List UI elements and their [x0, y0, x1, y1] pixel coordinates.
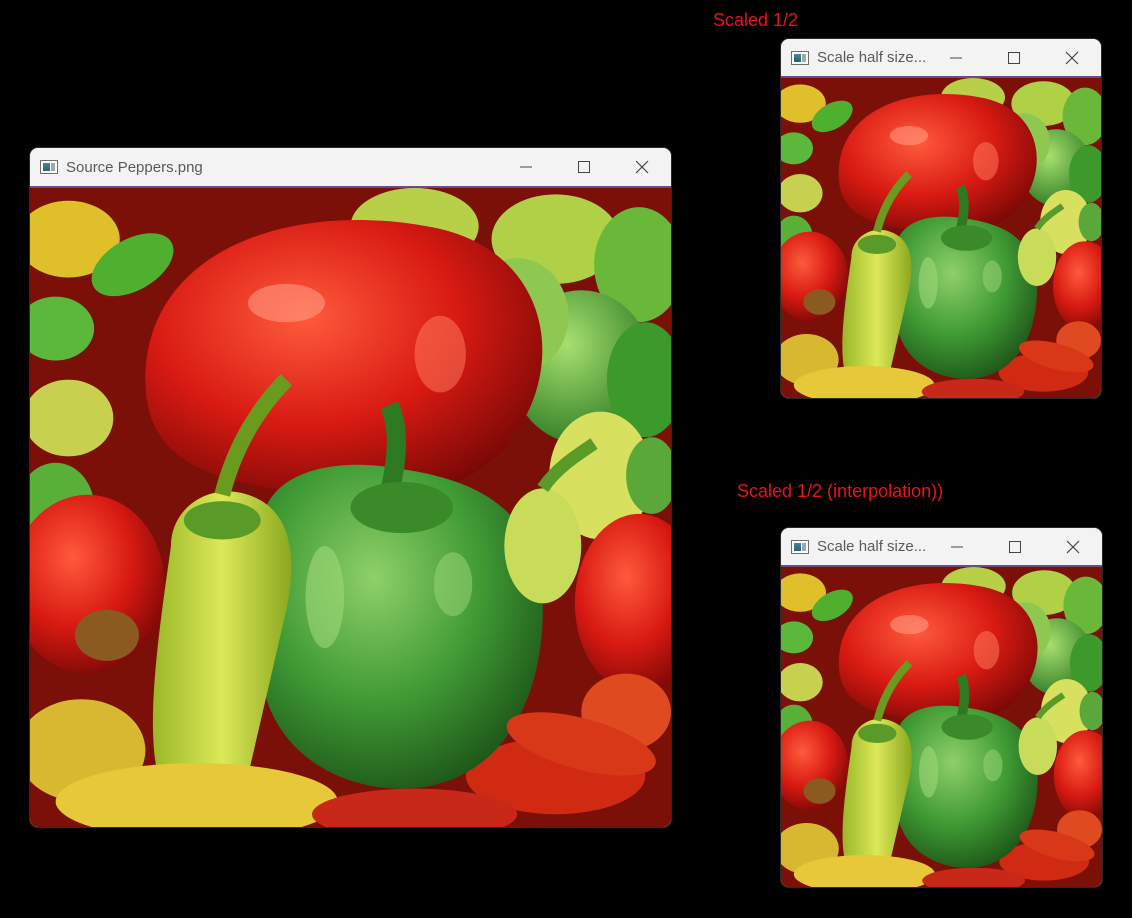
minimize-icon[interactable] — [927, 39, 985, 76]
window-title: Scale half size... — [817, 538, 927, 555]
peppers-image-interpolated — [781, 567, 1102, 887]
opencv-window-icon — [791, 50, 809, 65]
opencv-window-icon — [40, 160, 58, 174]
maximize-icon[interactable] — [555, 148, 613, 186]
minimize-icon[interactable] — [497, 148, 555, 186]
maximize-icon[interactable] — [986, 528, 1044, 565]
source-window[interactable]: Source Peppers.png — [30, 148, 671, 827]
caption-scaled-half-interpolation: Scaled 1/2 (interpolation)) — [737, 481, 944, 501]
close-icon[interactable] — [1043, 39, 1101, 76]
minimize-icon[interactable] — [928, 528, 986, 565]
window-titlebar[interactable]: Scale half size... — [781, 528, 1102, 567]
caption-scaled-half: Scaled 1/2 — [713, 10, 799, 30]
window-titlebar[interactable]: Scale half size... — [781, 39, 1101, 78]
scaled-half-interpolation-window[interactable]: Scale half size... — [781, 528, 1102, 887]
peppers-image-scaled — [781, 78, 1101, 398]
maximize-icon[interactable] — [985, 39, 1043, 76]
window-title: Source Peppers.png — [66, 158, 203, 176]
peppers-image — [30, 188, 671, 827]
window-titlebar[interactable]: Source Peppers.png — [30, 148, 671, 188]
opencv-window-icon — [791, 539, 809, 554]
window-title: Scale half size... — [817, 49, 927, 66]
close-icon[interactable] — [1044, 528, 1102, 565]
scaled-half-window[interactable]: Scale half size... — [781, 39, 1101, 398]
close-icon[interactable] — [613, 148, 671, 186]
